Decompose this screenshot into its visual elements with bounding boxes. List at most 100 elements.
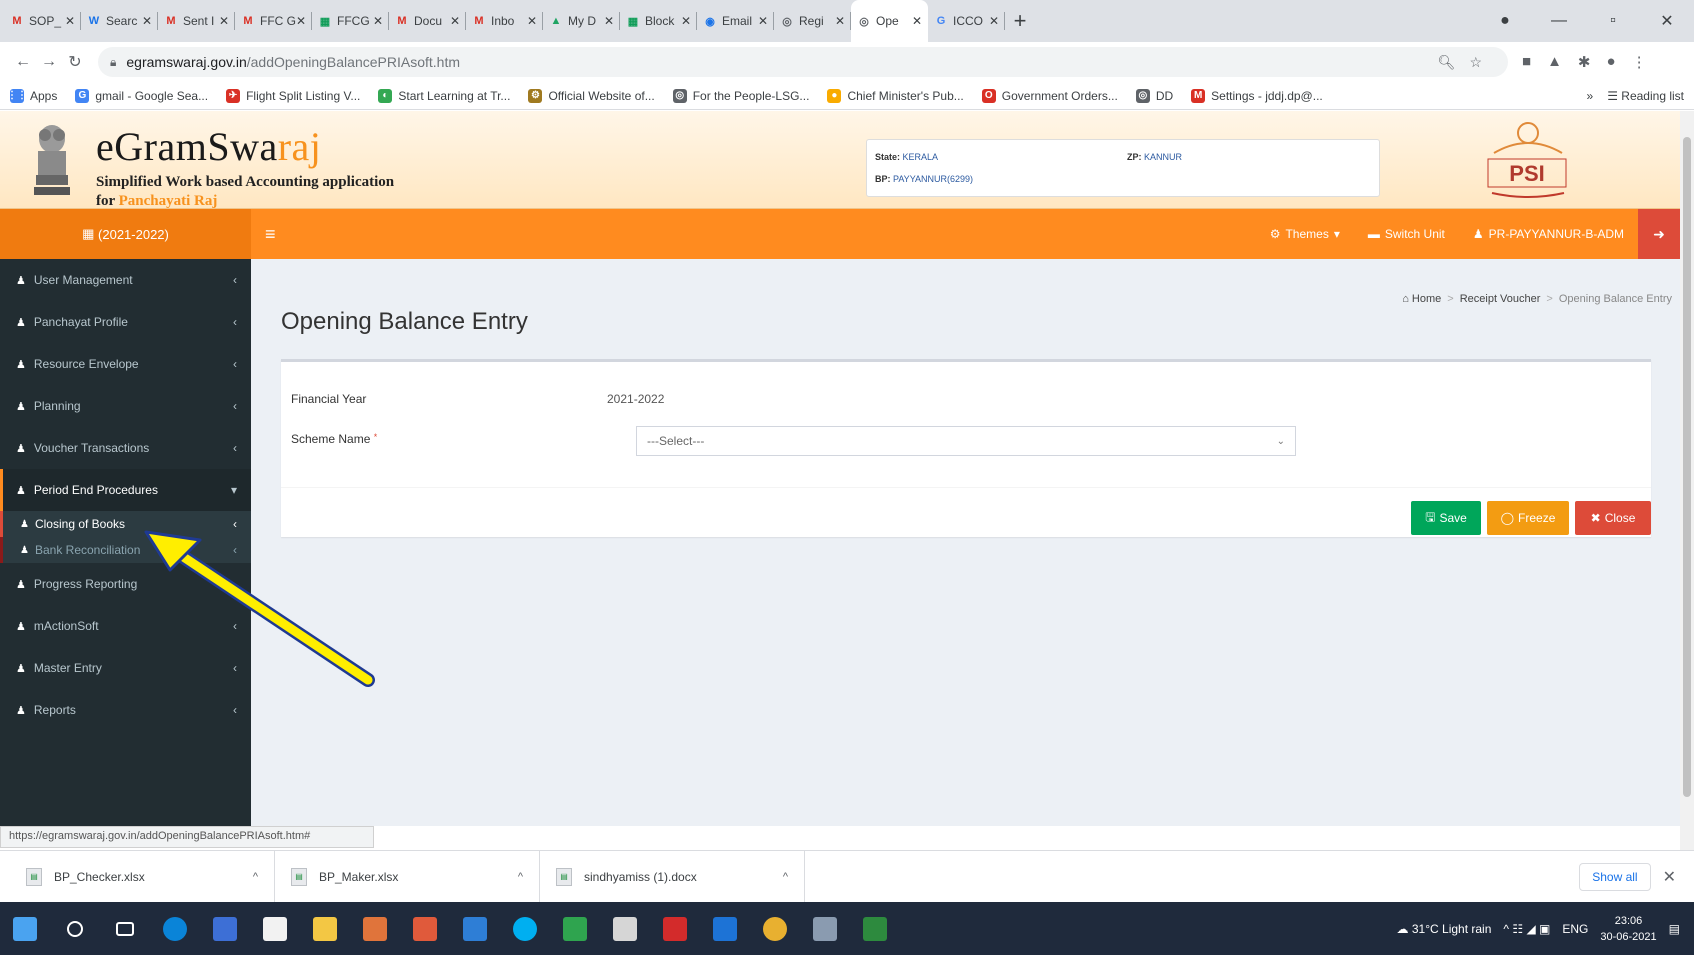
tab-close-icon[interactable]: ✕ <box>373 14 383 28</box>
lock-icon[interactable]: 🔒︎ <box>110 55 116 70</box>
bookmark-item[interactable]: ◎ For the People-LSG... <box>672 88 809 103</box>
themes-dropdown[interactable]: ⚙ Themes ▾ <box>1256 227 1354 241</box>
sidebar-item-period-end-procedures[interactable]: ♟ Period End Procedures ▾ <box>0 469 251 511</box>
more-bookmarks-icon[interactable]: » <box>1587 89 1594 103</box>
puzzle-icon[interactable]: ✱ <box>1578 53 1591 71</box>
tab-close-icon[interactable]: ✕ <box>65 14 75 28</box>
browser-tab[interactable]: M SOP_ ✕ <box>4 0 81 42</box>
weather-widget[interactable]: ☁ 31°C Light rain <box>1397 922 1492 936</box>
taskbar-store-icon[interactable] <box>250 902 300 955</box>
tab-close-icon[interactable]: ✕ <box>912 14 922 28</box>
tab-close-icon[interactable]: ✕ <box>835 14 845 28</box>
forward-button[interactable]: → <box>36 53 62 71</box>
tab-close-icon[interactable]: ✕ <box>527 14 537 28</box>
sidebar-item-reports[interactable]: ♟ Reports ‹ <box>0 689 251 731</box>
taskbar-edge-icon[interactable] <box>150 902 200 955</box>
tab-close-icon[interactable]: ✕ <box>758 14 768 28</box>
tab-close-icon[interactable]: ✕ <box>142 14 152 28</box>
window-close-button[interactable]: ✕ <box>1640 11 1694 31</box>
tab-close-icon[interactable]: ✕ <box>989 14 999 28</box>
profile-icon[interactable]: ● <box>1478 12 1532 30</box>
menu-icon[interactable]: ⋮ <box>1632 53 1647 71</box>
back-button[interactable]: ← <box>10 53 36 71</box>
chevron-up-icon[interactable]: ^ <box>518 871 523 883</box>
taskbar-chrome-icon[interactable] <box>750 902 800 955</box>
page-scrollbar[interactable] <box>1680 111 1694 851</box>
taskbar-file-explorer-icon[interactable] <box>300 902 350 955</box>
taskbar-mail-icon[interactable] <box>700 902 750 955</box>
close-downloads-icon[interactable]: ✕ <box>1663 867 1676 887</box>
zoom-star-icons[interactable]: 🔍︎☆ <box>1438 54 1496 71</box>
browser-tab[interactable]: G ICCO ✕ <box>928 0 1005 42</box>
browser-tab[interactable]: M Docu ✕ <box>389 0 466 42</box>
user-menu[interactable]: ♟ PR-PAYYANNUR-B-ADM <box>1459 227 1638 241</box>
bookmark-item[interactable]: ✈ Flight Split Listing V... <box>226 88 360 103</box>
browser-tab[interactable]: M Inbo ✕ <box>466 0 543 42</box>
freeze-button[interactable]: ◯ Freeze <box>1487 501 1569 535</box>
download-item[interactable]: ▤ sindhyamiss (1).docx ^ <box>540 850 805 903</box>
taskbar-app-blue2-icon[interactable] <box>450 902 500 955</box>
hamburger-menu-icon[interactable]: ≡ <box>265 224 276 245</box>
chevron-up-icon[interactable]: ^ <box>253 871 258 883</box>
bookmark-item[interactable]: O Government Orders... <box>981 88 1118 103</box>
sidebar-item-voucher-transactions[interactable]: ♟ Voucher Transactions ‹ <box>0 427 251 469</box>
browser-tab[interactable]: W Searc ✕ <box>81 0 158 42</box>
save-button[interactable]: 🖫︎ Save <box>1411 501 1481 535</box>
taskbar-app-k-icon[interactable] <box>600 902 650 955</box>
sidebar-item-user-management[interactable]: ♟ User Management ‹ <box>0 259 251 301</box>
tab-close-icon[interactable]: ✕ <box>219 14 229 28</box>
taskbar-task-view-icon[interactable] <box>100 902 150 955</box>
taskbar-windows-start-icon[interactable] <box>0 902 50 955</box>
notification-icon[interactable]: ▤ <box>1669 922 1680 936</box>
browser-tab[interactable]: ▦ Block ✕ <box>620 0 697 42</box>
extension-icon[interactable]: ▲ <box>1547 53 1562 71</box>
download-item[interactable]: ▤ BP_Maker.xlsx ^ <box>275 850 540 903</box>
breadcrumb-section[interactable]: Receipt Voucher <box>1460 293 1541 305</box>
financial-year-selector[interactable]: ▦ (2021-2022) <box>0 209 251 259</box>
reading-list-button[interactable]: ☰ Reading list <box>1607 89 1684 103</box>
language-indicator[interactable]: ENG <box>1562 922 1588 936</box>
bookmark-item[interactable]: ⚙ Official Website of... <box>528 88 655 103</box>
taskbar-acrobat-icon[interactable] <box>650 902 700 955</box>
taskbar-app-orange-icon[interactable] <box>350 902 400 955</box>
browser-tab[interactable]: ◎ Ope ✕ <box>851 0 928 42</box>
bookmark-item[interactable]: M Settings - jddj.dp@... <box>1191 88 1323 103</box>
sidebar-item-panchayat-profile[interactable]: ♟ Panchayat Profile ‹ <box>0 301 251 343</box>
browser-tab[interactable]: ◎ Regi ✕ <box>774 0 851 42</box>
bookmark-item[interactable]: Ggmail - Google Sea... <box>75 88 208 103</box>
avatar[interactable]: ● <box>1607 53 1616 71</box>
chevron-up-icon[interactable]: ^ <box>783 871 788 883</box>
taskbar-search-icon[interactable] <box>50 902 100 955</box>
taskbar-app-red-icon[interactable] <box>400 902 450 955</box>
reload-button[interactable]: ↻ <box>62 52 88 72</box>
tab-close-icon[interactable]: ✕ <box>604 14 614 28</box>
bookmark-item[interactable]: ◎ DD <box>1135 88 1173 103</box>
taskbar-app-green-icon[interactable] <box>550 902 600 955</box>
bookmark-item[interactable]: ◐ Start Learning at Tr... <box>378 88 510 103</box>
app-logo-title[interactable]: eGramSwaraj <box>96 123 321 170</box>
tab-close-icon[interactable]: ✕ <box>450 14 460 28</box>
extension-icon[interactable]: ■ <box>1522 53 1531 71</box>
taskbar-app-gray-icon[interactable] <box>800 902 850 955</box>
sidebar-item-resource-envelope[interactable]: ♟ Resource Envelope ‹ <box>0 343 251 385</box>
taskbar-app-blue-icon[interactable] <box>200 902 250 955</box>
switch-unit-button[interactable]: ▬ Switch Unit <box>1354 227 1459 241</box>
breadcrumb-home[interactable]: ⌂ Home <box>1402 293 1441 305</box>
scrollbar-thumb[interactable] <box>1683 137 1691 797</box>
logout-button[interactable]: ➜ <box>1638 209 1680 259</box>
browser-tab[interactable]: ▦ FFCG ✕ <box>312 0 389 42</box>
minimize-button[interactable]: — <box>1532 12 1586 30</box>
show-all-downloads-button[interactable]: Show all <box>1579 862 1651 891</box>
download-item[interactable]: ▤ BP_Checker.xlsx ^ <box>10 850 275 903</box>
taskbar-skype-icon[interactable] <box>500 902 550 955</box>
bookmark-item[interactable]: ● Chief Minister's Pub... <box>827 88 964 103</box>
taskbar-app-green2-icon[interactable] <box>850 902 900 955</box>
tray-icons[interactable]: ^ ☷ ◢ ▣ <box>1503 922 1550 936</box>
maximize-button[interactable]: ▫ <box>1586 12 1640 30</box>
close-button[interactable]: ✖ Close <box>1575 501 1651 535</box>
browser-tab[interactable]: ▲ My D ✕ <box>543 0 620 42</box>
bookmark-item[interactable]: ⋮⋮ Apps <box>7 88 57 103</box>
sidebar-item-planning[interactable]: ♟ Planning ‹ <box>0 385 251 427</box>
url-input[interactable]: 🔒︎ egramswaraj.gov.in/addOpeningBalanceP… <box>98 47 1508 77</box>
new-tab-button[interactable]: + <box>1005 8 1035 34</box>
